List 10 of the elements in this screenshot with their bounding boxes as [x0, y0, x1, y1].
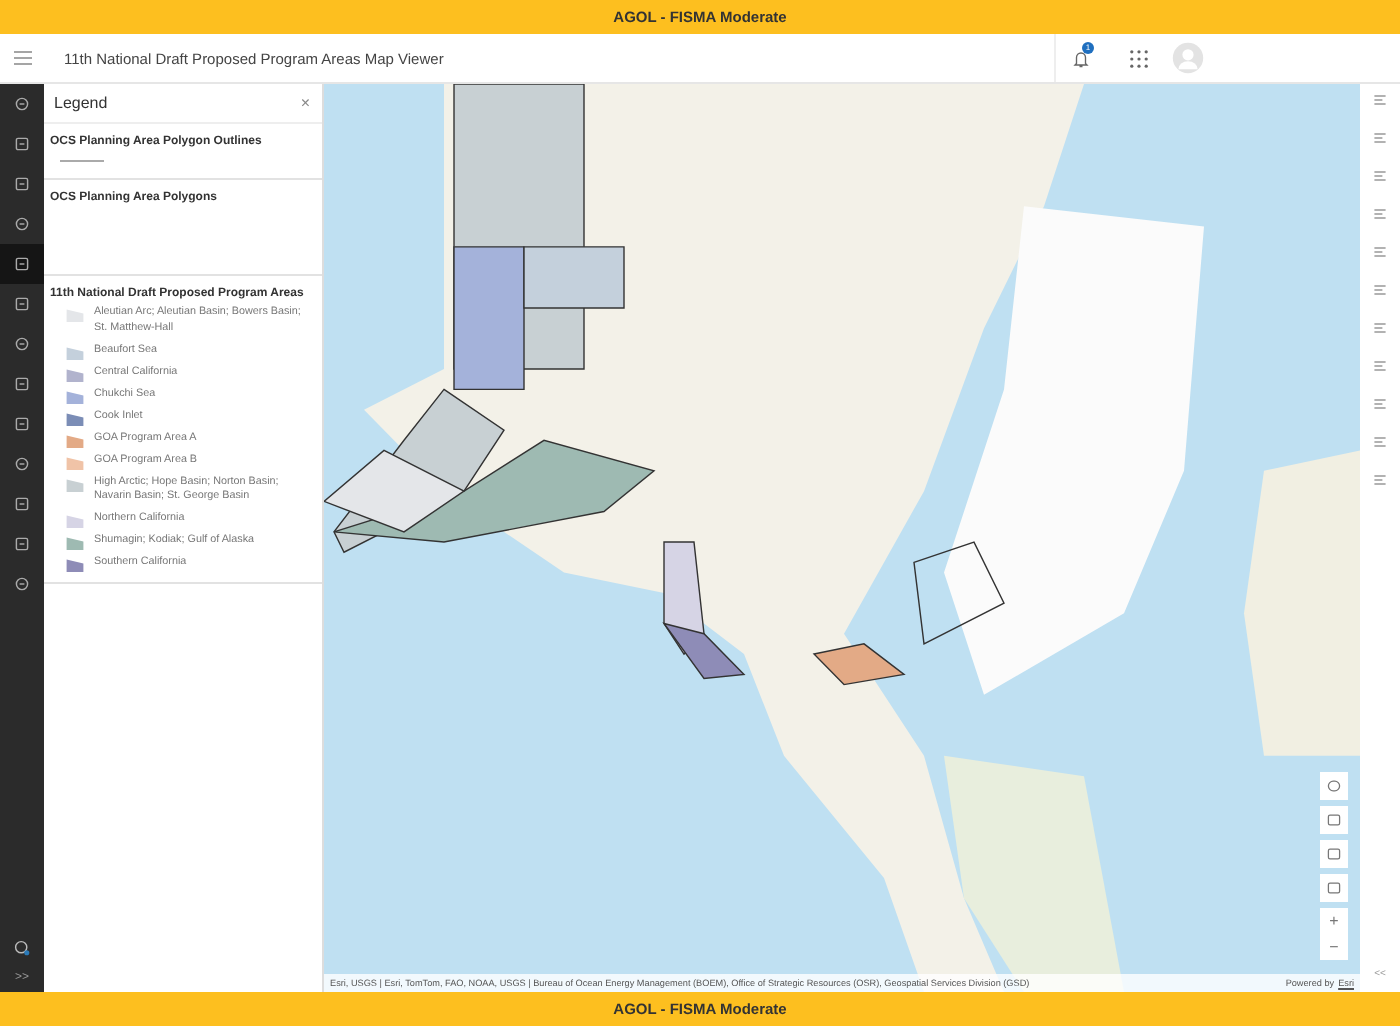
close-button[interactable]: ×	[300, 94, 310, 112]
map-tool-button[interactable]	[1320, 874, 1348, 902]
legend-title: Legend	[54, 94, 108, 112]
menu-icon[interactable]	[14, 50, 32, 66]
outline-swatch	[60, 160, 104, 162]
apps-grid-icon[interactable]	[1130, 49, 1148, 67]
map-tool-button[interactable]	[1320, 840, 1348, 868]
map-tool-button[interactable]	[1320, 772, 1348, 800]
bell-icon	[1072, 49, 1090, 67]
map-tool-button[interactable]	[1320, 806, 1348, 834]
